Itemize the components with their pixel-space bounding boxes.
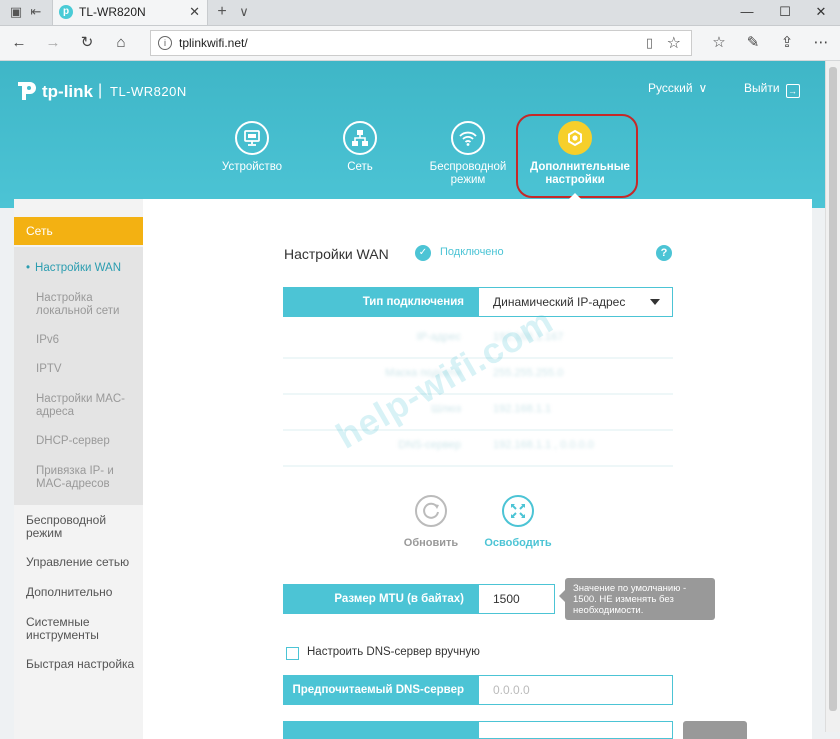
page-title: Настройки WAN — [284, 246, 389, 262]
sidebar-item-network[interactable]: Сеть — [14, 217, 143, 245]
sidebar-item-mac[interactable]: Настройки MAC-адреса — [36, 393, 132, 419]
tab-tl-wr820n[interactable]: p TL-WR820N ✕ — [52, 0, 208, 25]
ip-label: IP-адрес — [416, 331, 461, 343]
sidebar-item-iptv[interactable]: IPTV — [36, 363, 132, 376]
tab-list-icon[interactable]: ∨ — [236, 4, 252, 20]
reading-view-icon[interactable]: ▯ — [646, 35, 653, 51]
refresh-label: Обновить — [403, 537, 459, 549]
url-text: tplinkwifi.net/ — [179, 36, 248, 50]
release-icon — [502, 495, 534, 527]
nav-network[interactable]: Сеть — [315, 121, 405, 174]
router-header: tp-link | TL-WR820N Русский ∨ Выйти → Устр… — [0, 61, 826, 208]
sidebar-item-additional[interactable]: Дополнительно — [26, 586, 136, 599]
refresh-icon — [415, 495, 447, 527]
logo-separator: | — [98, 82, 103, 99]
nav-wireless[interactable]: Беспроводной режим — [423, 121, 513, 187]
page-scrollbar[interactable] — [825, 61, 840, 732]
logout-label: Выйти — [744, 81, 780, 95]
forward-arrow-icon[interactable]: → — [44, 34, 62, 52]
sidebar-item-system-tools[interactable]: Системные инструменты — [26, 616, 136, 642]
chevron-down-icon: ∨ — [698, 81, 708, 95]
minimize-button[interactable]: — — [732, 2, 762, 22]
alternate-dns-label — [283, 721, 478, 739]
dns-value: 192.168.1.1 , 0.0.0.0 — [493, 439, 594, 451]
refresh-icon[interactable]: ↻ — [78, 34, 96, 52]
sidebar-item-ip-mac-binding[interactable]: Привязка IP- и MAC-адресов — [36, 465, 132, 491]
mtu-label: Размер MTU (в байтах) — [283, 584, 478, 614]
nav-device[interactable]: Устройство — [207, 121, 297, 174]
new-tab-icon[interactable]: + — [214, 4, 230, 20]
tab-title: TL-WR820N — [79, 5, 146, 19]
web-note-icon[interactable]: ✎ — [744, 34, 762, 52]
connection-type-select[interactable]: Динамический IP-адрес — [478, 287, 673, 317]
sidebar-submenu: Настройки WAN Настройка локальной сети I… — [14, 247, 143, 505]
exit-icon: → — [785, 84, 800, 98]
refresh-button[interactable]: Обновить — [391, 495, 471, 549]
connection-status: Подключено — [440, 246, 504, 258]
nav-network-label: Сеть — [347, 161, 373, 173]
site-info-icon[interactable]: i — [158, 36, 172, 50]
mtu-input[interactable]: 1500 — [478, 584, 555, 614]
sidebar-item-network-management[interactable]: Управление сетью — [26, 556, 136, 569]
tab-close-icon[interactable]: ✕ — [189, 4, 200, 20]
connection-type-label: Тип подключения — [283, 287, 478, 317]
help-icon[interactable]: ? — [656, 245, 672, 261]
wifi-icon — [451, 121, 485, 155]
sidebar-item-quick-setup[interactable]: Быстрая настройка — [26, 658, 136, 671]
release-label: Освободить — [484, 537, 552, 549]
dropdown-caret-icon — [650, 299, 660, 305]
tplink-favicon-icon: p — [59, 5, 73, 19]
logout-button[interactable]: Выйти → — [744, 81, 800, 98]
back-tabs-icon[interactable]: ⇤ — [28, 4, 44, 20]
highlight-ring — [516, 114, 638, 198]
content-card: Сеть Настройки WAN Настройка локальной с… — [14, 199, 812, 739]
language-select[interactable]: Русский ∨ — [648, 81, 707, 95]
share-icon[interactable]: ⇪ — [778, 34, 796, 52]
favorites-hub-icon[interactable]: ☆ — [710, 34, 728, 52]
dns-tooltip-partial — [683, 721, 747, 739]
address-bar[interactable]: i tplinkwifi.net/ ▯ ☆ — [150, 30, 692, 56]
back-arrow-icon[interactable]: ← — [10, 34, 28, 52]
nav-device-label: Устройство — [221, 161, 283, 173]
sidebar-item-wireless[interactable]: Беспроводной режим — [26, 514, 136, 540]
sidebar-item-ipv6[interactable]: IPv6 — [36, 334, 132, 347]
window-close-button[interactable]: ✕ — [806, 2, 836, 22]
sidebar-item-dhcp[interactable]: DHCP-сервер — [36, 435, 132, 448]
maximize-button[interactable]: ☐ — [770, 2, 800, 22]
wan-settings-panel: Настройки WAN ✓ Подключено ? Тип подключ… — [143, 199, 812, 739]
sidebar: Сеть Настройки WAN Настройка локальной с… — [14, 199, 143, 739]
tplink-logo-icon — [18, 82, 36, 100]
browser-tab-strip: ▣ ⇤ p TL-WR820N ✕ + ∨ — ☐ ✕ — [0, 0, 840, 26]
browser-toolbar: ← → ↻ ⌂ i tplinkwifi.net/ ▯ ☆ ☆ ✎ ⇪ ⋯ — [0, 26, 840, 61]
sidebar-item-wan[interactable]: Настройки WAN — [26, 262, 122, 275]
network-icon — [343, 121, 377, 155]
connection-type-value: Динамический IP-адрес — [493, 295, 626, 309]
gateway-value: 192.168.1.1 — [493, 403, 552, 415]
mask-value: 255.255.255.0 — [493, 367, 564, 379]
brand-name: tp-link — [42, 82, 93, 101]
monitor-icon — [235, 121, 269, 155]
tab-preview-icon[interactable]: ▣ — [8, 4, 24, 20]
dns-manual-label[interactable]: Настроить DNS-сервер вручную — [307, 646, 480, 658]
alternate-dns-input[interactable] — [478, 721, 673, 739]
dns-manual-checkbox[interactable] — [286, 647, 299, 660]
language-label: Русский — [648, 81, 693, 95]
model-name: TL-WR820N — [110, 84, 187, 99]
sidebar-item-lan[interactable]: Настройка локальной сети — [36, 292, 132, 318]
preferred-dns-label: Предпочитаемый DNS-сервер — [283, 675, 478, 705]
scrollbar-thumb[interactable] — [829, 67, 837, 711]
check-icon: ✓ — [415, 245, 431, 261]
nav-wireless-label: Беспроводной режим — [429, 161, 507, 186]
preferred-dns-input[interactable]: 0.0.0.0 — [478, 675, 673, 705]
favorite-star-icon[interactable]: ☆ — [667, 33, 681, 53]
home-icon[interactable]: ⌂ — [112, 34, 130, 52]
mtu-tooltip: Значение по умолчанию - 1500. НЕ изменят… — [559, 578, 715, 620]
release-button[interactable]: Освободить — [478, 495, 558, 549]
more-menu-icon[interactable]: ⋯ — [812, 34, 830, 52]
